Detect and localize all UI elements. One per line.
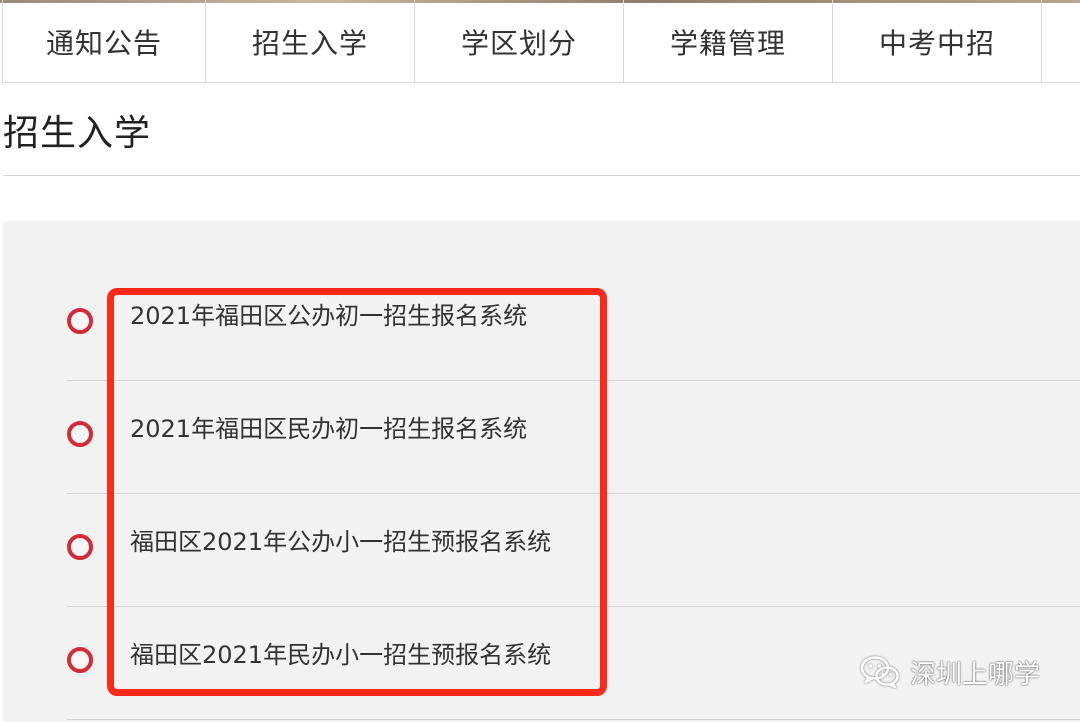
tab-overflow[interactable]: [1041, 0, 1080, 83]
list-item[interactable]: 2021年福田区公办初一招生报名系统: [67, 268, 1080, 381]
watermark: 深圳上哪学: [860, 652, 1040, 692]
circle-bullet-icon: [67, 421, 93, 447]
tab-high-school-entrance[interactable]: 中考中招: [832, 0, 1041, 83]
tab-school-district[interactable]: 学区划分: [414, 0, 623, 83]
list-item[interactable]: 2021年福田区民办初一招生报名系统: [67, 381, 1080, 494]
system-list-panel: 2021年福田区公办初一招生报名系统 2021年福田区民办初一招生报名系统 福田…: [3, 221, 1080, 722]
list-item-label[interactable]: 2021年福田区民办初一招生报名系统: [130, 411, 527, 447]
circle-bullet-icon: [67, 308, 93, 334]
tab-enrollment[interactable]: 招生入学: [205, 0, 414, 83]
tab-student-records[interactable]: 学籍管理: [623, 0, 832, 83]
tab-notices[interactable]: 通知公告: [2, 0, 205, 83]
circle-bullet-icon: [67, 647, 93, 673]
top-nav: 通知公告 招生入学 学区划分 学籍管理 中考中招: [2, 0, 1080, 83]
list-item-label[interactable]: 福田区2021年民办小一招生预报名系统: [130, 637, 551, 673]
wechat-icon: [860, 656, 899, 689]
list-item-label[interactable]: 2021年福田区公办初一招生报名系统: [130, 298, 527, 334]
page-title: 招生入学: [3, 113, 152, 154]
circle-bullet-icon: [67, 534, 93, 560]
list-item-label[interactable]: 福田区2021年公办小一招生预报名系统: [130, 524, 551, 560]
title-divider: [3, 175, 1080, 176]
watermark-text: 深圳上哪学: [910, 659, 1041, 690]
list-item[interactable]: 福田区2021年公办小一招生预报名系统: [67, 494, 1080, 607]
